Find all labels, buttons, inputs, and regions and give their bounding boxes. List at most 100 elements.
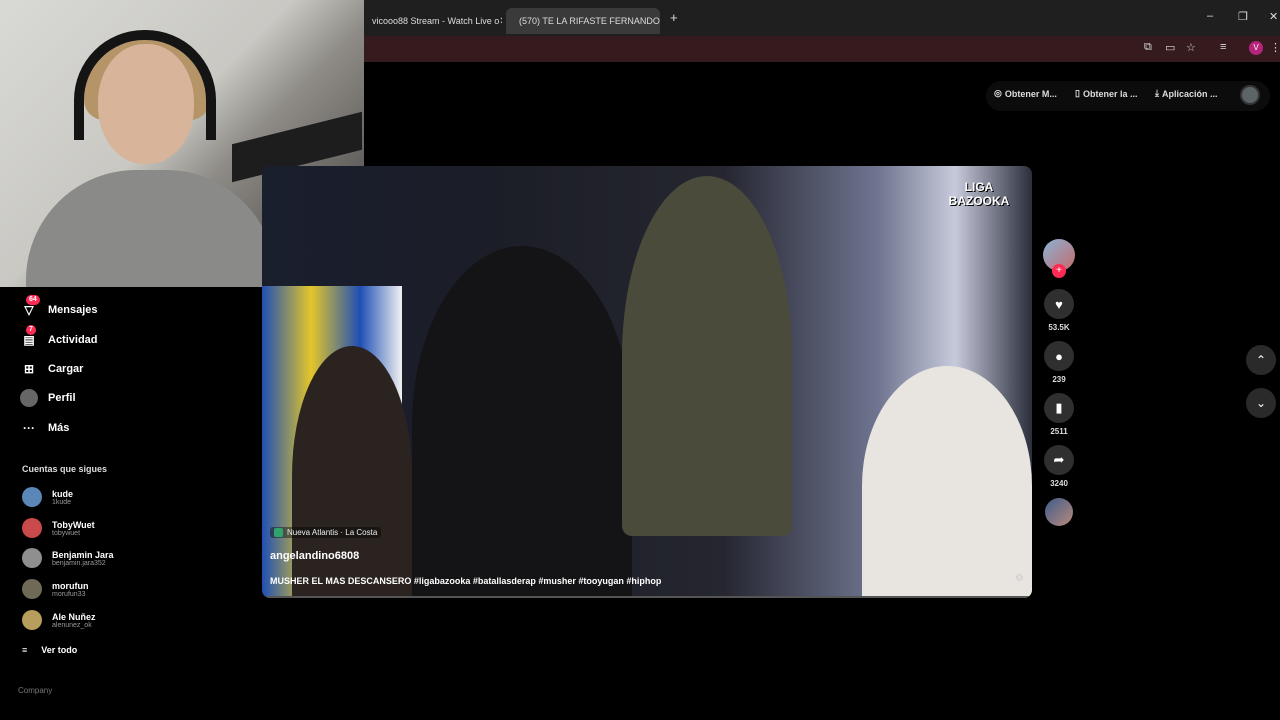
account-handle: 1kude bbox=[52, 498, 72, 506]
video-progress-bar[interactable] bbox=[262, 596, 1032, 598]
follow-plus-icon[interactable]: + bbox=[1052, 264, 1066, 278]
browser-tab-stream[interactable]: vicooo88 Stream - Watch Live o ✕ bbox=[364, 8, 502, 34]
comment-icon[interactable]: ● bbox=[1044, 341, 1074, 371]
chevron-up-icon: ⌃ bbox=[1255, 353, 1267, 367]
send-icon: ▽ 64 bbox=[20, 295, 40, 319]
phone-icon: ▯ bbox=[1075, 88, 1080, 98]
sidebar-item-messages[interactable]: ▽ 64 Mensajes bbox=[20, 295, 98, 319]
profile-avatar[interactable]: V bbox=[1249, 41, 1263, 55]
account-name: Ale Nuñez bbox=[52, 611, 96, 622]
account-name: Benjamin Jara bbox=[52, 549, 114, 560]
inbox-icon: ▤ 7 bbox=[23, 325, 36, 347]
headphones bbox=[74, 30, 216, 140]
streamer-body bbox=[26, 170, 276, 287]
bookmark-icon[interactable]: ▮ bbox=[1044, 393, 1074, 423]
person bbox=[862, 366, 1032, 598]
heart-icon[interactable]: ♥ bbox=[1044, 289, 1074, 319]
menu-dots-icon[interactable]: ⋮ bbox=[1270, 41, 1280, 54]
see-all-label: Ver todo bbox=[41, 645, 78, 655]
sidebar-item-upload[interactable]: ⊞ Cargar bbox=[20, 360, 84, 378]
sidebar-item-label: Mensajes bbox=[48, 304, 98, 316]
share-count: 3240 bbox=[1050, 479, 1068, 488]
button-label: Aplicación ... bbox=[1161, 88, 1218, 99]
followed-account[interactable]: Benjamin Jara benjamin.jara352 bbox=[22, 548, 114, 568]
followed-account[interactable]: kude 1kude bbox=[22, 487, 73, 507]
previous-video-button[interactable]: ⌃ bbox=[1246, 345, 1276, 375]
following-title: Cuentas que sigues bbox=[22, 464, 108, 474]
liga-bazooka-logo: LIGA BAZOOKA bbox=[948, 180, 1010, 208]
download-icon: ⤓ bbox=[1155, 88, 1159, 98]
account-name: morufun bbox=[52, 580, 89, 591]
account-name: TobyWuet bbox=[52, 519, 95, 530]
see-all-link[interactable]: ≡ Ver todo bbox=[22, 645, 77, 655]
coin-icon: ◎ bbox=[994, 88, 1002, 98]
extensions-icon[interactable]: ≡ bbox=[1220, 41, 1226, 53]
badge: 64 bbox=[26, 295, 40, 305]
followed-account[interactable]: morufun morufun33 bbox=[22, 579, 89, 599]
sidebar-item-more[interactable]: ··· Más bbox=[20, 419, 69, 437]
video-player[interactable]: LIGA BAZOOKA Nueva Atlantis · La Costa a… bbox=[262, 166, 1032, 598]
sidebar-item-label: Perfil bbox=[48, 392, 76, 404]
like-action[interactable]: ♥ 53.5K bbox=[1043, 289, 1075, 332]
bookmark-star-icon[interactable]: ☆ bbox=[1186, 41, 1196, 54]
save-action[interactable]: ▮ 2511 bbox=[1043, 393, 1075, 436]
account-handle: morufun33 bbox=[52, 590, 86, 598]
comment-action[interactable]: ● 239 bbox=[1043, 341, 1075, 384]
video-caption: MUSHER EL MAS DESCANSERO #ligabazooka #b… bbox=[270, 576, 662, 586]
tab-label: vicooo88 Stream - Watch Live o bbox=[372, 16, 500, 26]
desktop-app-button[interactable]: ⤓ Aplicación ... bbox=[1155, 88, 1218, 99]
sidebar-item-profile[interactable]: Perfil bbox=[20, 389, 76, 407]
more-dots-icon: ··· bbox=[23, 421, 35, 435]
badge: 7 bbox=[26, 325, 36, 335]
followed-account[interactable]: TobyWuet tobywuet bbox=[22, 518, 95, 538]
account-handle: alenunez_ok bbox=[52, 621, 92, 629]
button-label: Obtener la ... bbox=[1082, 88, 1138, 99]
video-settings-icon[interactable]: ⚙ bbox=[1015, 573, 1024, 584]
footer-company-link[interactable]: Company bbox=[18, 686, 52, 695]
music-disc-icon[interactable] bbox=[1045, 498, 1073, 526]
tab-label: (570) TE LA RIFASTE FERNANDO bbox=[519, 16, 660, 26]
location-label: Nueva Atlantis · La Costa bbox=[287, 528, 378, 537]
list-icon: ≡ bbox=[22, 645, 28, 655]
followed-account[interactable]: Ale Nuñez alenunez_ok bbox=[22, 610, 96, 630]
person bbox=[622, 176, 792, 536]
close-tab-icon[interactable]: ✕ bbox=[499, 16, 502, 27]
comment-count: 239 bbox=[1052, 375, 1066, 384]
sidebar-item-label: Actividad bbox=[48, 334, 98, 346]
button-label: Obtener M... bbox=[1004, 88, 1057, 99]
account-handle: benjamin.jara352 bbox=[52, 559, 106, 567]
share-action[interactable]: ➦ 3240 bbox=[1043, 445, 1075, 488]
close-window-button[interactable]: ✕ bbox=[1269, 10, 1278, 23]
avatar bbox=[22, 487, 42, 507]
avatar bbox=[22, 518, 42, 538]
sidebar-item-label: Cargar bbox=[48, 363, 84, 375]
next-video-button[interactable]: ⌄ bbox=[1246, 388, 1276, 418]
location-icon bbox=[274, 528, 283, 537]
share-icon[interactable]: ➦ bbox=[1044, 445, 1074, 475]
new-tab-button[interactable]: + bbox=[670, 10, 678, 25]
like-count: 53.5K bbox=[1048, 323, 1070, 332]
browser-tab-youtube[interactable]: (570) TE LA RIFASTE FERNANDO ✕ bbox=[506, 8, 660, 34]
user-avatar[interactable] bbox=[1240, 85, 1260, 105]
restore-button[interactable]: ❐ bbox=[1238, 10, 1248, 23]
get-app-button[interactable]: ▯ Obtener la ... bbox=[1075, 88, 1137, 99]
browser-tab-bar: vicooo88 Stream - Watch Live o ✕ (570) T… bbox=[364, 0, 1280, 36]
video-author[interactable]: angelandino6808 bbox=[270, 550, 359, 562]
address-bar[interactable]: ⧉ ▭ ☆ ≡ V ⋮ bbox=[364, 36, 1280, 62]
get-coins-button[interactable]: ◎ Obtener M... bbox=[994, 88, 1057, 99]
avatar bbox=[22, 610, 42, 630]
sidebar-item-label: Más bbox=[48, 422, 70, 434]
translate-icon[interactable]: ⧉ bbox=[1144, 41, 1152, 54]
chevron-down-icon: ⌄ bbox=[1255, 396, 1267, 410]
minimize-button[interactable]: – bbox=[1207, 10, 1213, 22]
location-tag[interactable]: Nueva Atlantis · La Costa bbox=[270, 527, 382, 538]
avatar bbox=[22, 548, 42, 568]
sidebar-item-activity[interactable]: ▤ 7 Actividad bbox=[20, 325, 98, 349]
save-count: 2511 bbox=[1050, 427, 1068, 436]
account-handle: tobywuet bbox=[52, 529, 81, 537]
account-name: kude bbox=[52, 488, 74, 499]
avatar bbox=[22, 579, 42, 599]
install-app-icon[interactable]: ▭ bbox=[1165, 41, 1175, 54]
profile-avatar-icon bbox=[20, 389, 38, 407]
upload-plus-icon: ⊞ bbox=[23, 362, 35, 376]
